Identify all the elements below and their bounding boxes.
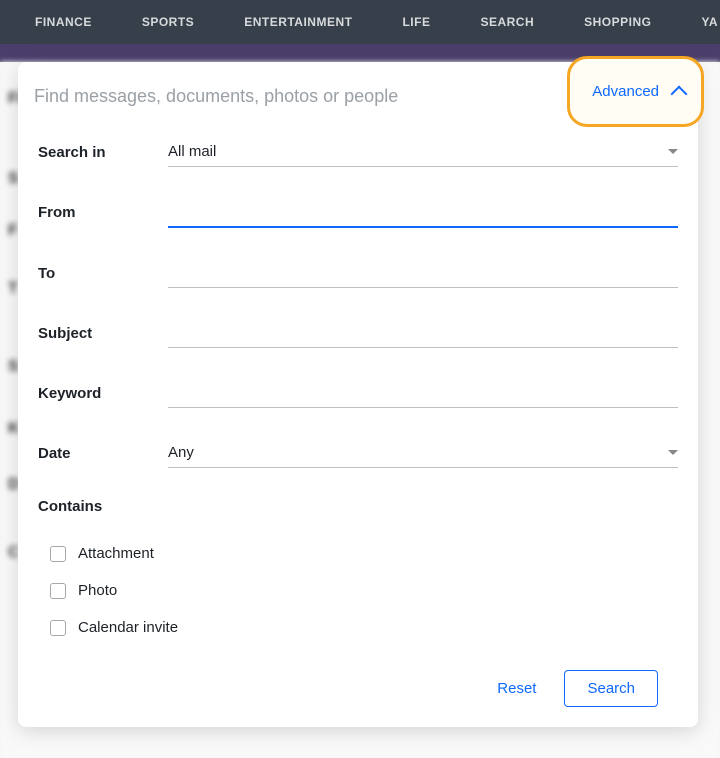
checkbox-calendar-label: Calendar invite [78,619,178,636]
subject-input[interactable] [168,318,678,348]
nav-more[interactable]: YA [677,15,720,29]
keyword-label: Keyword [38,385,168,402]
advanced-search-panel: Advanced Search in All mail From To [18,62,698,727]
footer-actions: Reset Search [38,646,678,707]
checkbox-attachment-row: Attachment [38,535,678,572]
to-row: To [38,258,678,288]
date-label: Date [38,445,168,462]
search-in-select[interactable]: All mail [168,137,678,167]
contains-section: Contains Attachment Photo Calendar invit… [38,498,678,646]
chevron-up-icon [671,85,688,102]
to-label: To [38,265,168,282]
search-in-row: Search in All mail [38,137,678,167]
contains-label: Contains [38,498,678,515]
from-label: From [38,204,168,221]
from-input[interactable] [168,197,678,228]
checkbox-calendar[interactable] [50,620,66,636]
search-header: Advanced [18,62,698,129]
nav-search[interactable]: SEARCH [455,15,559,29]
keyword-row: Keyword [38,378,678,408]
nav-finance[interactable]: FINANCE [10,15,117,29]
from-row: From [38,197,678,228]
nav-life[interactable]: LIFE [377,15,455,29]
search-button[interactable]: Search [564,670,658,707]
checkbox-attachment[interactable] [50,546,66,562]
subject-label: Subject [38,325,168,342]
to-input[interactable] [168,258,678,288]
search-in-label: Search in [38,144,168,161]
advanced-toggle[interactable]: Advanced [567,56,704,127]
top-navigation: FINANCE SPORTS ENTERTAINMENT LIFE SEARCH… [0,0,720,44]
search-in-value: All mail [168,143,668,160]
form-body: Search in All mail From To Subject [18,129,698,707]
nav-entertainment[interactable]: ENTERTAINMENT [219,15,377,29]
checkbox-photo-label: Photo [78,582,117,599]
reset-button[interactable]: Reset [487,672,546,705]
checkbox-calendar-row: Calendar invite [38,609,678,646]
checkbox-attachment-label: Attachment [78,545,154,562]
caret-down-icon [668,149,678,154]
checkbox-photo[interactable] [50,583,66,599]
date-value: Any [168,444,668,461]
date-row: Date Any [38,438,678,468]
date-select[interactable]: Any [168,438,678,468]
caret-down-icon [668,450,678,455]
advanced-label: Advanced [592,83,659,100]
nav-sports[interactable]: SPORTS [117,15,219,29]
nav-shopping[interactable]: SHOPPING [559,15,676,29]
subject-row: Subject [38,318,678,348]
keyword-input[interactable] [168,378,678,408]
checkbox-photo-row: Photo [38,572,678,609]
